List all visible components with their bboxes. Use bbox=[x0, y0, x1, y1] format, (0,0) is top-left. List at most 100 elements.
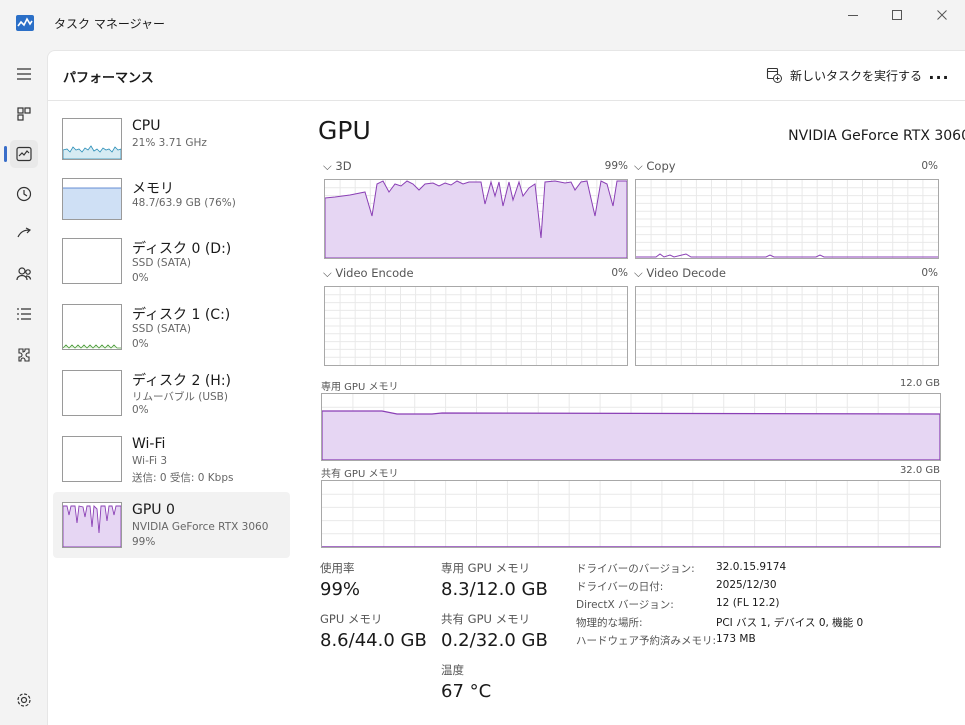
dedicated-memory-graph bbox=[321, 393, 941, 461]
chevron-down-icon: ⌵ bbox=[634, 159, 643, 173]
physical-location-value: PCI バス 1, デバイス 0, 機能 0 bbox=[716, 617, 864, 629]
shared-memory-graph-label: 共有 GPU メモリ bbox=[321, 469, 399, 480]
device-usage: 99% bbox=[132, 536, 156, 548]
physical-location-label: 物理的な場所: bbox=[576, 617, 643, 629]
nav-services[interactable] bbox=[10, 340, 38, 368]
settings-icon bbox=[17, 693, 31, 707]
hamburger-icon bbox=[17, 68, 31, 80]
device-name: ディスク 2 (H:) bbox=[132, 373, 231, 389]
engine-percent: 0% bbox=[921, 267, 938, 279]
engine-percent: 0% bbox=[611, 267, 628, 279]
gpu-memory-value: 8.6/44.0 GB bbox=[320, 630, 427, 651]
run-task-icon bbox=[766, 67, 782, 83]
directx-version-label: DirectX バージョン: bbox=[576, 599, 674, 611]
device-name: GPU 0 bbox=[132, 502, 175, 518]
device-item-cpu[interactable]: CPU 21% 3.71 GHz bbox=[53, 112, 290, 170]
reserved-memory-value: 173 MB bbox=[716, 633, 756, 645]
device-name: CPU bbox=[132, 118, 161, 134]
device-name: メモリ bbox=[132, 181, 174, 197]
run-new-task-button[interactable]: 新しいタスクを実行する bbox=[766, 64, 922, 86]
maximize-icon bbox=[892, 10, 902, 20]
services-icon bbox=[18, 348, 30, 362]
device-item-disk-1[interactable]: ディスク 1 (C:) SSD (SATA) 0% bbox=[53, 298, 290, 356]
nav-details[interactable] bbox=[10, 300, 38, 328]
nav-app-history[interactable] bbox=[10, 180, 38, 208]
close-icon bbox=[937, 10, 947, 20]
page-title: パフォーマンス bbox=[63, 71, 154, 86]
disk-1-thumbnail-graph bbox=[62, 304, 122, 350]
engine-graph-video-encode bbox=[324, 286, 628, 366]
engine-percent: 99% bbox=[604, 160, 628, 172]
nav-startup-apps[interactable] bbox=[10, 220, 38, 248]
device-name: ディスク 1 (C:) bbox=[132, 307, 231, 323]
chevron-down-icon: ⌵ bbox=[323, 266, 332, 280]
utilization-label: 使用率 bbox=[320, 561, 355, 575]
dedicated-memory-graph-max: 12.0 GB bbox=[899, 378, 940, 389]
device-detail: 48.7/63.9 GB (76%) bbox=[132, 197, 236, 209]
device-usage: 0% bbox=[132, 404, 149, 416]
users-icon bbox=[16, 267, 32, 281]
cpu-thumbnail-graph bbox=[62, 118, 122, 160]
details-icon bbox=[17, 308, 31, 320]
device-name: ディスク 0 (D:) bbox=[132, 241, 232, 257]
engine-selector-video-decode[interactable]: ⌵ Video Decode bbox=[634, 266, 726, 281]
performance-icon bbox=[16, 146, 32, 162]
device-item-gpu-0[interactable]: GPU 0 NVIDIA GeForce RTX 3060 99% bbox=[53, 492, 290, 558]
device-name: Wi-Fi bbox=[132, 436, 166, 452]
memory-thumbnail-graph bbox=[62, 178, 122, 220]
engine-percent: 0% bbox=[921, 160, 938, 172]
nav-users[interactable] bbox=[10, 260, 38, 288]
processes-icon bbox=[17, 107, 31, 121]
nav-settings[interactable] bbox=[10, 686, 38, 714]
engine-label: Video Decode bbox=[646, 266, 726, 280]
device-type: SSD (SATA) bbox=[132, 323, 191, 335]
directx-version-value: 12 (FL 12.2) bbox=[716, 597, 780, 609]
dedicated-memory-label: 専用 GPU メモリ bbox=[441, 561, 531, 575]
close-button[interactable] bbox=[919, 0, 965, 30]
driver-version-value: 32.0.15.9174 bbox=[716, 561, 787, 573]
minimize-button[interactable] bbox=[830, 0, 876, 30]
engine-selector-3d[interactable]: ⌵ 3D bbox=[323, 159, 352, 174]
device-detail: 21% 3.71 GHz bbox=[132, 137, 207, 149]
minimize-icon bbox=[848, 15, 858, 16]
driver-date-value: 2025/12/30 bbox=[716, 579, 777, 591]
startup-apps-icon bbox=[17, 227, 32, 238]
gpu-memory-label: GPU メモリ bbox=[320, 612, 383, 626]
dedicated-memory-value: 8.3/12.0 GB bbox=[441, 579, 548, 600]
nav-performance[interactable] bbox=[10, 140, 38, 168]
gpu-thumbnail-graph bbox=[62, 502, 122, 548]
engine-label: Video Encode bbox=[335, 266, 414, 280]
device-usage: 0% bbox=[132, 272, 149, 284]
more-options-button[interactable]: ... bbox=[928, 64, 950, 86]
engine-selector-video-encode[interactable]: ⌵ Video Encode bbox=[323, 266, 414, 281]
device-item-disk-0[interactable]: ディスク 0 (D:) SSD (SATA) 0% bbox=[53, 232, 290, 290]
device-item-memory[interactable]: メモリ 48.7/63.9 GB (76%) bbox=[53, 172, 290, 230]
header-divider bbox=[48, 100, 965, 101]
engine-graph-3d bbox=[324, 179, 628, 259]
gpu-heading: GPU bbox=[318, 116, 371, 145]
gpu-model-name: NVIDIA GeForce RTX 3060 bbox=[788, 128, 965, 144]
device-item-wifi[interactable]: Wi-Fi Wi-Fi 3 送信: 0 受信: 0 Kbps bbox=[53, 430, 290, 488]
run-task-label: 新しいタスクを実行する bbox=[790, 68, 923, 83]
engine-graph-copy bbox=[635, 179, 939, 259]
device-usage: 0% bbox=[132, 338, 149, 350]
device-item-disk-2[interactable]: ディスク 2 (H:) リムーバブル (USB) 0% bbox=[53, 364, 290, 422]
hamburger-menu-button[interactable] bbox=[10, 60, 38, 88]
shared-memory-graph-max: 32.0 GB bbox=[899, 465, 940, 476]
task-manager-app-icon bbox=[16, 15, 34, 31]
engine-selector-copy[interactable]: ⌵ Copy bbox=[634, 159, 676, 174]
driver-date-label: ドライバーの日付: bbox=[576, 581, 664, 593]
nav-processes[interactable] bbox=[10, 100, 38, 128]
chevron-down-icon: ⌵ bbox=[634, 266, 643, 280]
driver-version-label: ドライバーのバージョン: bbox=[576, 563, 695, 575]
utilization-value: 99% bbox=[320, 579, 361, 600]
engine-label: 3D bbox=[335, 159, 352, 173]
shared-memory-graph bbox=[321, 480, 941, 548]
device-throughput: 送信: 0 受信: 0 Kbps bbox=[132, 472, 234, 484]
disk-0-thumbnail-graph bbox=[62, 238, 122, 284]
shared-memory-value: 0.2/32.0 GB bbox=[441, 630, 548, 651]
maximize-button[interactable] bbox=[874, 0, 920, 30]
window-title: タスク マネージャー bbox=[54, 17, 165, 31]
device-type: SSD (SATA) bbox=[132, 257, 191, 269]
reserved-memory-label: ハードウェア予約済みメモリ: bbox=[576, 635, 717, 647]
